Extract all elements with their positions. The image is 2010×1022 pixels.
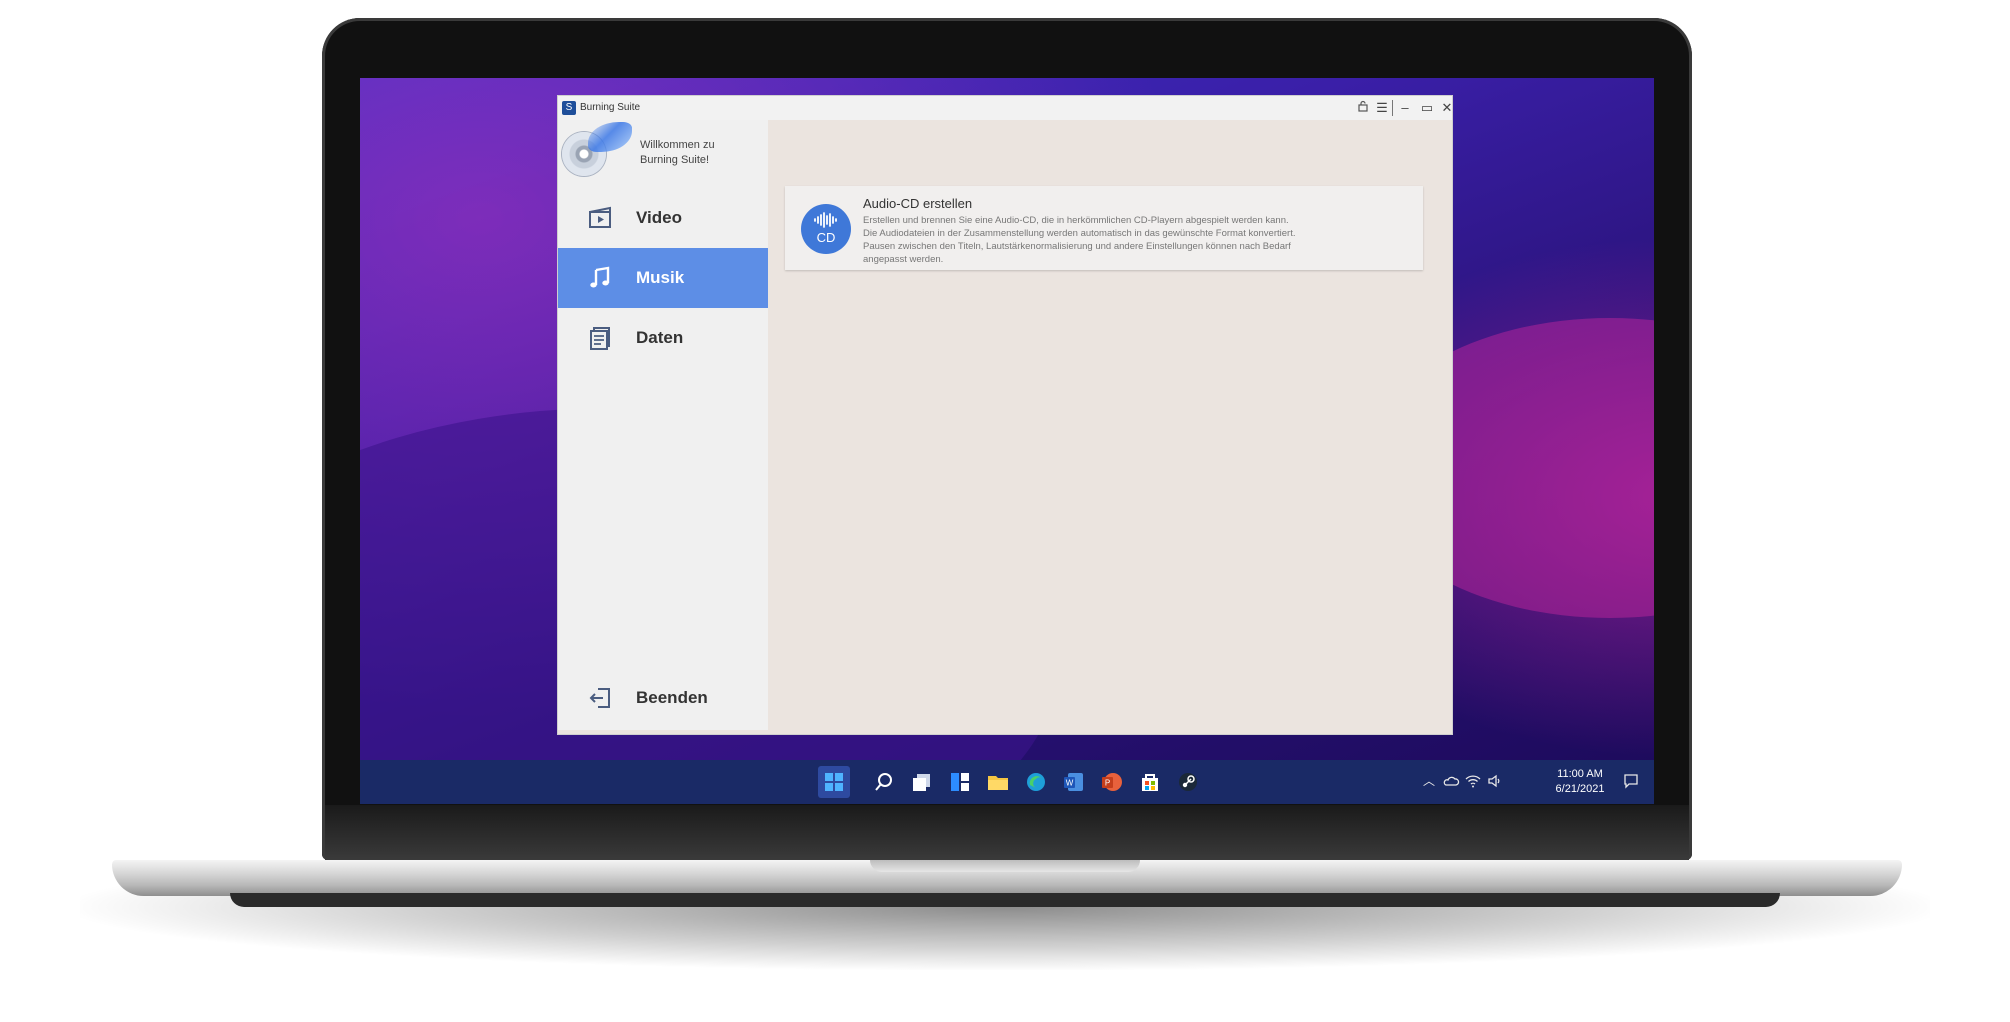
- laptop-notch: [870, 860, 1140, 872]
- edge-browser-icon[interactable]: [1024, 770, 1048, 794]
- audio-cd-card[interactable]: CD Audio-CD erstellen Erstellen und bren…: [785, 186, 1423, 270]
- search-icon[interactable]: [872, 770, 896, 794]
- flame-logo-icon: [588, 122, 632, 152]
- exit-label: Beenden: [636, 688, 708, 707]
- document-icon: [590, 327, 610, 350]
- sidebar-item-daten[interactable]: Daten: [558, 308, 768, 368]
- widgets-icon[interactable]: [948, 770, 972, 794]
- app-logo-icon: S: [562, 101, 576, 115]
- windows-logo-icon: [825, 773, 843, 791]
- powerpoint-icon[interactable]: P: [1100, 770, 1124, 794]
- start-button[interactable]: [818, 766, 850, 798]
- minimize-button[interactable]: –: [1396, 99, 1414, 117]
- card-title: Audio-CD erstellen: [863, 196, 973, 211]
- menu-icon[interactable]: ☰: [1373, 99, 1391, 117]
- taskbar-clock[interactable]: 11:00 AM 6/21/2021: [1547, 767, 1613, 797]
- svg-text:P: P: [1105, 779, 1110, 788]
- svg-text:W: W: [1066, 779, 1074, 788]
- notification-icon[interactable]: [1622, 772, 1640, 790]
- sidebar-item-video[interactable]: Video: [558, 188, 768, 248]
- music-note-icon: [590, 266, 610, 288]
- sidebar-item-musik[interactable]: Musik: [558, 248, 768, 308]
- video-icon: [589, 206, 611, 228]
- desktop-screen: S Burning Suite ☰ – ▭ ✕ Willkommen zu Bu…: [360, 78, 1654, 804]
- lock-icon[interactable]: [1354, 99, 1372, 117]
- main-content: CD Audio-CD erstellen Erstellen und bren…: [768, 120, 1452, 734]
- welcome-text: Willkommen zu Burning Suite!: [640, 139, 715, 166]
- sidebar: Willkommen zu Burning Suite! Video Musik: [558, 120, 768, 730]
- clock-time: 11:00 AM: [1557, 768, 1603, 780]
- window-title: Burning Suite: [580, 102, 641, 113]
- exit-button[interactable]: Beenden: [558, 668, 768, 728]
- chevron-up-icon[interactable]: ︿: [1420, 772, 1438, 790]
- word-icon[interactable]: W: [1062, 770, 1086, 794]
- onedrive-cloud-icon[interactable]: [1442, 772, 1460, 790]
- sidebar-item-label: Video: [636, 208, 682, 227]
- cd-label: CD: [816, 230, 836, 245]
- title-divider: [1392, 100, 1393, 116]
- task-view-icon[interactable]: [910, 770, 934, 794]
- volume-icon[interactable]: [1486, 772, 1504, 790]
- store-icon[interactable]: [1138, 770, 1162, 794]
- close-button[interactable]: ✕: [1440, 99, 1454, 117]
- taskbar: W P ︿ 11:00 AM 6/21/2021: [360, 760, 1654, 804]
- sidebar-item-label: Daten: [636, 328, 684, 347]
- maximize-button[interactable]: ▭: [1418, 99, 1436, 117]
- card-description: Erstellen und brennen Sie eine Audio-CD,…: [863, 214, 1403, 266]
- clock-date: 6/21/2021: [1555, 783, 1605, 795]
- card-description-line: Die Audiodateien in der Zusammenstellung…: [863, 228, 1296, 239]
- laptop-chin: [325, 805, 1689, 860]
- app-window: S Burning Suite ☰ – ▭ ✕ Willkommen zu Bu…: [558, 96, 1452, 734]
- card-description-line: Erstellen und brennen Sie eine Audio-CD,…: [863, 215, 1289, 226]
- welcome-header: Willkommen zu Burning Suite!: [558, 120, 768, 188]
- card-description-line: Pausen zwischen den Titeln, Lautstärkeno…: [863, 241, 1291, 252]
- file-explorer-icon[interactable]: [986, 770, 1010, 794]
- exit-icon: [589, 688, 610, 708]
- title-bar[interactable]: S Burning Suite ☰ – ▭ ✕: [558, 96, 1452, 120]
- sidebar-item-label: Musik: [636, 268, 685, 287]
- steam-icon[interactable]: [1176, 770, 1200, 794]
- sound-wave-icon: [814, 212, 837, 228]
- audio-cd-icon: CD: [801, 204, 851, 254]
- card-description-line: angepasst werden.: [863, 254, 944, 265]
- laptop-foot: [230, 893, 1780, 907]
- wifi-icon[interactable]: [1464, 772, 1482, 790]
